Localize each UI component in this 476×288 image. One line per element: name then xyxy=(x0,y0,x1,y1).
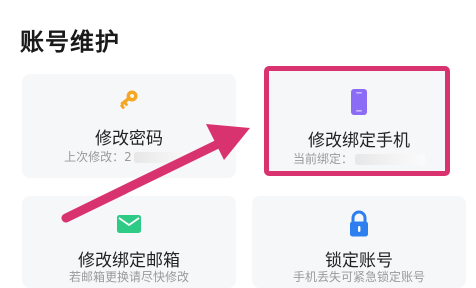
section-title: 账号维护 xyxy=(20,28,120,56)
last-modified-text: 上次修改：2 xyxy=(22,148,236,165)
account-maintenance-page: 账号维护 修改密码 上次修改：2 修改绑定手机 当前绑定： 修改绑定邮箱 若邮箱… xyxy=(0,0,476,288)
lock-hint-text: 手机丢失可紧急锁定账号 xyxy=(292,270,425,284)
phone-icon xyxy=(349,88,369,120)
change-password-label: 修改密码 xyxy=(95,129,163,149)
redacted-date xyxy=(133,152,194,163)
change-bound-phone-card[interactable]: 修改绑定手机 当前绑定： xyxy=(268,70,450,176)
email-hint-text: 若邮箱更换请尽快修改 xyxy=(68,270,189,284)
change-password-card[interactable]: 修改密码 上次修改：2 xyxy=(22,74,236,178)
lock-account-card[interactable]: 锁定账号 手机丢失可紧急锁定账号 xyxy=(252,196,466,288)
key-icon xyxy=(117,88,141,116)
change-bound-phone-label: 修改绑定手机 xyxy=(308,131,410,151)
lock-icon xyxy=(348,210,370,242)
redacted-phone xyxy=(355,154,425,165)
envelope-icon xyxy=(116,214,142,238)
change-bound-email-card[interactable]: 修改绑定邮箱 若邮箱更换请尽快修改 xyxy=(22,196,236,288)
current-bound-text: 当前绑定： xyxy=(268,150,450,167)
